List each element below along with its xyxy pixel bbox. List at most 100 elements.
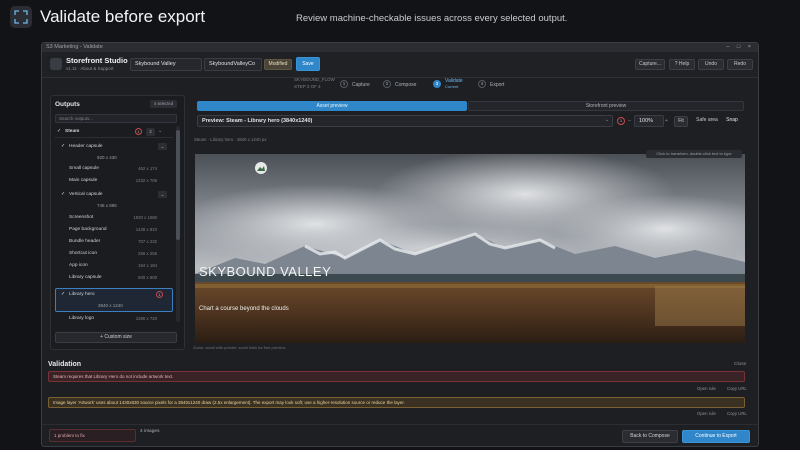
output-item-dim: 920 x 430 [55, 155, 173, 163]
save-button[interactable]: Save [296, 57, 320, 71]
output-item-bundle-header[interactable]: Bundle header 707 x 232 [55, 239, 173, 248]
canvas-footer-hint: Zoom: scroll with pointer; scroll links … [193, 345, 287, 350]
outputs-scrollbar-thumb[interactable] [176, 130, 180, 240]
flow-label: SKYBOUND_FLOW [294, 77, 335, 82]
fit-button[interactable]: Fit [674, 116, 688, 127]
output-item-library-logo[interactable]: Library logo 1280 x 720 [55, 316, 173, 325]
step-3-dot[interactable]: 3 [433, 80, 441, 88]
zoom-out-icon[interactable]: – [628, 118, 631, 124]
step-1-label[interactable]: Capture [352, 82, 370, 88]
output-item-shortcut-icon[interactable]: Shortcut icon 256 x 256 [55, 251, 173, 260]
step-4-dot[interactable]: 4 [478, 80, 486, 88]
output-item-vertical-capsule[interactable]: ✓ Vertical capsule ⌄ [55, 191, 173, 201]
step-2-dot[interactable]: 2 [383, 80, 391, 88]
group-steam[interactable]: ✓ Steam 1 2 ⌄ [55, 128, 173, 138]
output-item-page-background[interactable]: Page background 1438 x 810 [55, 227, 173, 236]
output-item-label: Page background [69, 227, 107, 232]
output-item-screenshot[interactable]: Screenshot 1920 x 1080 [55, 215, 173, 224]
output-item-header-capsule[interactable]: ✓ Header capsule ⌄ [55, 143, 173, 153]
step-4-label[interactable]: Export [490, 82, 504, 88]
dim-text: 707 x 232 [138, 239, 157, 244]
modified-indicator: Modified [264, 59, 292, 70]
problem-summary[interactable]: 1 problem to fix [49, 429, 136, 442]
open-rule-link[interactable]: Open rule [697, 411, 716, 416]
check-icon: ✓ [61, 291, 66, 297]
chevron-down-icon[interactable]: ⌄ [605, 117, 609, 123]
zoom-field[interactable]: 100% [634, 115, 664, 127]
group-label: Steam [65, 129, 80, 134]
app-version-link[interactable]: v1.11 · About & Support [66, 66, 113, 71]
library-hero-canvas[interactable]: SKYBOUND VALLEY Chart a course beyond th… [195, 154, 745, 343]
output-item-label: Vertical capsule [69, 192, 103, 197]
dim-text: 748 x 896 [97, 203, 117, 208]
back-to-compose-button[interactable]: Back to Compose [622, 430, 678, 443]
dim-text: 1280 x 720 [135, 316, 157, 321]
group-issue-badge: 1 [135, 128, 142, 135]
output-item-label: Library hero [69, 292, 95, 297]
window-controls[interactable]: – □ × [726, 43, 754, 52]
app-window: S3 Marketing - Validate – □ × Storefront… [41, 42, 759, 447]
canvas-hint: Click to transform, double-click text to… [646, 150, 742, 158]
output-item-label: Small capsule [69, 166, 99, 171]
outputs-search-input[interactable]: Search outputs... [55, 114, 177, 123]
outputs-panel: Outputs 4 selected Search outputs... ✓ S… [50, 95, 185, 350]
snap-toggle[interactable]: Snap [724, 116, 740, 127]
window-title: S3 Marketing - Validate [46, 44, 103, 50]
step-3-sublabel: Current [445, 84, 459, 89]
corners-icon [14, 10, 28, 24]
preview-target-select[interactable]: Preview: Steam - Library hero (3840x1240… [197, 115, 613, 127]
outputs-title: Outputs [55, 101, 80, 108]
validation-close-button[interactable]: Close [734, 362, 746, 367]
item-issue-badge: 1 [156, 291, 163, 298]
custom-size-button[interactable]: + Custom size [55, 332, 177, 343]
capture-button[interactable]: Capture... [635, 59, 665, 70]
zoom-in-icon[interactable]: + [665, 118, 668, 124]
preview-issue-badge[interactable]: 1 [617, 117, 625, 125]
chevron-down-icon[interactable]: ⌄ [158, 143, 167, 150]
redo-button[interactable]: Redo [727, 59, 753, 70]
hero-title-text[interactable]: SKYBOUND VALLEY [199, 264, 331, 279]
copy-url-link[interactable]: Copy URL [727, 386, 747, 391]
validation-warning: Image layer 'Artwork' uses about 1430x83… [48, 397, 745, 408]
footer-divider [42, 424, 758, 425]
chevron-down-icon[interactable]: ⌄ [158, 128, 162, 134]
output-item-app-icon[interactable]: App icon 184 x 184 [55, 263, 173, 272]
output-item-library-hero[interactable]: ✓ Library hero 1 3840 x 1240 [55, 288, 173, 312]
help-button[interactable]: ? Help [669, 59, 695, 70]
output-item-label: Header capsule [69, 144, 103, 149]
output-item-main-capsule[interactable]: Main capsule 1232 x 706 [55, 178, 173, 187]
output-item-small-capsule[interactable]: Small capsule 462 x 174 [55, 166, 173, 175]
dim-text: 3840 x 1240 [98, 303, 123, 308]
check-icon: ✓ [57, 128, 62, 134]
storefront-logo-icon [50, 58, 62, 70]
project-name-field[interactable]: Skybound Valley [130, 58, 202, 71]
check-icon: ✓ [61, 191, 66, 197]
file-name-field[interactable]: SkyboundValleyCo [204, 58, 262, 71]
check-icon: ✓ [61, 143, 66, 149]
chevron-down-icon[interactable]: ⌄ [158, 191, 167, 198]
step-1-dot[interactable]: 1 [340, 80, 348, 88]
tab-asset-preview[interactable]: Asset preview [197, 101, 467, 111]
flow-step-count: STEP 3 OF 4 [294, 84, 321, 89]
step-2-label[interactable]: Compose [395, 82, 416, 88]
output-item-library-capsule[interactable]: Library capsule 600 x 900 [55, 275, 173, 284]
app-name: Storefront Studio [66, 56, 128, 65]
continue-to-export-button[interactable]: Continue to Export [682, 430, 750, 443]
output-item-label: Bundle header [69, 239, 101, 244]
validation-title: Validation [48, 361, 82, 368]
copy-url-link[interactable]: Copy URL [727, 411, 747, 416]
validation-error: Steam requires that Library Hero do not … [48, 371, 745, 382]
landscape-artwork [195, 154, 745, 343]
dim-text: 1438 x 810 [135, 227, 157, 232]
image-count: 4 images [140, 429, 160, 434]
output-item-label: Screenshot [69, 215, 94, 220]
open-rule-link[interactable]: Open rule [697, 386, 716, 391]
tab-storefront-preview[interactable]: Storefront preview [468, 101, 744, 111]
dim-text: 256 x 256 [138, 251, 157, 256]
safe-area-toggle[interactable]: Safe area [692, 116, 722, 127]
dim-text: 1920 x 1080 [133, 215, 157, 220]
hero-tagline-text[interactable]: Chart a course beyond the clouds [199, 306, 289, 312]
undo-button[interactable]: Undo [698, 59, 724, 70]
dim-text: 462 x 174 [138, 166, 157, 171]
output-item-label: Shortcut icon [69, 251, 97, 256]
